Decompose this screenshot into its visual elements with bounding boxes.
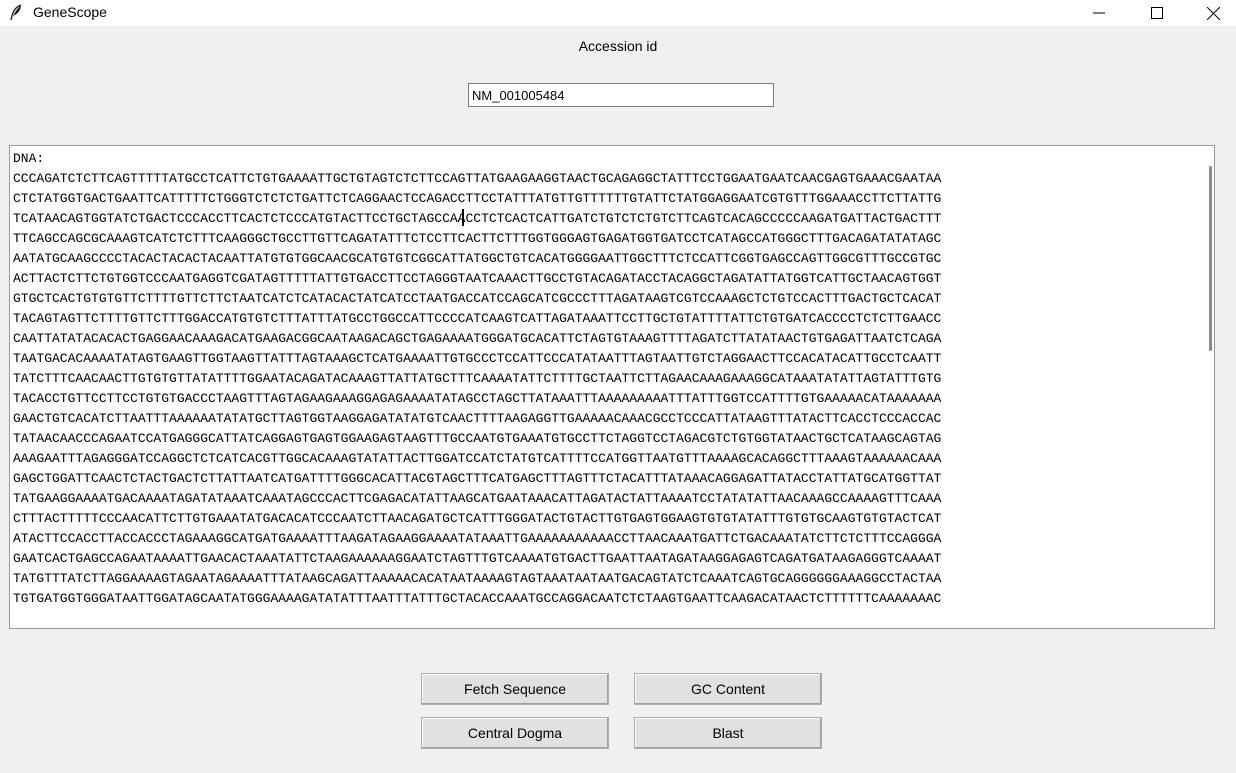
sequence-line: AATATGCAAGCCCCTACACTACACTACAATTATGTGTGGC… bbox=[13, 251, 942, 266]
accession-input[interactable] bbox=[468, 83, 774, 107]
maximize-button[interactable] bbox=[1134, 0, 1180, 26]
sequence-line: CCCAGATCTCTTCAGTTTTTATGCCTCATTCTGTGAAAAT… bbox=[13, 171, 942, 186]
sequence-line: DNA: bbox=[13, 151, 45, 166]
minimize-button[interactable] bbox=[1076, 0, 1122, 26]
sequence-line: TGTGATGGTGGGATAATTGGATAGCAATATGGGAAAAGAT… bbox=[13, 591, 942, 606]
sequence-line: ACTTACTCTTCTGTGGTCCCAATGAGGTCGATAGTTTTTA… bbox=[13, 271, 942, 286]
window-title: GeneScope bbox=[33, 4, 107, 20]
fetch-sequence-button[interactable]: Fetch Sequence bbox=[421, 673, 609, 705]
central-dogma-button[interactable]: Central Dogma bbox=[421, 717, 609, 749]
sequence-line: GAACTGTCACATCTTAATTTAAAAAATATATGCTTAGTGG… bbox=[13, 411, 942, 426]
sequence-line: CAATTATATACACACTGAGGAACAAAGACATGAAGACGGC… bbox=[13, 331, 942, 346]
close-icon bbox=[1206, 6, 1220, 20]
sequence-line: TATGTTTATCTTAGGAAAAGTAGAATAGAAAATTTATAAG… bbox=[13, 571, 942, 586]
minimize-icon bbox=[1093, 7, 1105, 19]
sequence-line: TACACCTGTTCCTTCCTGTGTGACCCTAAGTTTAGTAGAA… bbox=[13, 391, 942, 406]
sequence-text: DNA: CCCAGATCTCTTCAGTTTTTATGCCTCATTCTGTGA… bbox=[13, 149, 1203, 609]
sequence-line: TACAGTAGTTCTTTTGTTCTTTGGACCATGTGTCTTTATT… bbox=[13, 311, 942, 326]
blast-button[interactable]: Blast bbox=[634, 717, 822, 749]
maximize-icon bbox=[1151, 7, 1163, 19]
gc-content-button[interactable]: GC Content bbox=[634, 673, 822, 705]
close-button[interactable] bbox=[1190, 0, 1236, 26]
sequence-line: TATGAAGGAAAATGACAAAATAGATATAAATCAAATAGCC… bbox=[13, 491, 942, 506]
sequence-line: GAATCACTGAGCCAGAATAAAATTGAACACTAAATATTCT… bbox=[13, 551, 942, 566]
title-bar: GeneScope bbox=[0, 0, 1236, 26]
accession-label: Accession id bbox=[578, 38, 658, 54]
scrollbar[interactable] bbox=[1205, 146, 1214, 628]
sequence-line: TCATAACAGTGGTATCTGACTCCCACCTTCACTCTCCCAT… bbox=[13, 211, 942, 226]
sequence-line: TATCTTTCAACAACTTGTGTGTTATATTTTGGAATACAGA… bbox=[13, 371, 942, 386]
sequence-line: GAGCTGGATTCAACTCTACTGACTCTTATTAATCATGATT… bbox=[13, 471, 942, 486]
sequence-line: CTCTATGGTGACTGAATTCATTTTTCTGGGTCTCTCTGAT… bbox=[13, 191, 942, 206]
text-caret bbox=[462, 209, 464, 226]
scroll-thumb[interactable] bbox=[1209, 166, 1212, 351]
sequence-line: TATAACAACCCAGAATCCATGAGGGCATTATCAGGAGTGA… bbox=[13, 431, 942, 446]
sequence-line: AAAGAATTTAGAGGGATCCAGGCTCTCATCACGTTGGCAC… bbox=[13, 451, 942, 466]
sequence-line: TTCAGCCAGCGCAAAGTCATCTCTTTCAAGGGCTGCCTTG… bbox=[13, 231, 942, 246]
sequence-line: CTTTACTTTTTCCCAACATTCTTGTGAAATATGACACATC… bbox=[13, 511, 942, 526]
sequence-line: GTGCTCACTGTGTGTTCTTTTGTTCTTCTAATCATCTCAT… bbox=[13, 291, 942, 306]
sequence-line: TAATGACACAAAATATAGTGAAGTTGGTAAGTTATTTAGT… bbox=[13, 351, 942, 366]
feather-icon bbox=[8, 4, 24, 22]
sequence-textbox[interactable]: DNA: CCCAGATCTCTTCAGTTTTTATGCCTCATTCTGTGA… bbox=[9, 145, 1215, 629]
sequence-line: ATACTTCCACCTTACCACCCTAGAAAGGCATGATGAAAAT… bbox=[13, 531, 942, 546]
